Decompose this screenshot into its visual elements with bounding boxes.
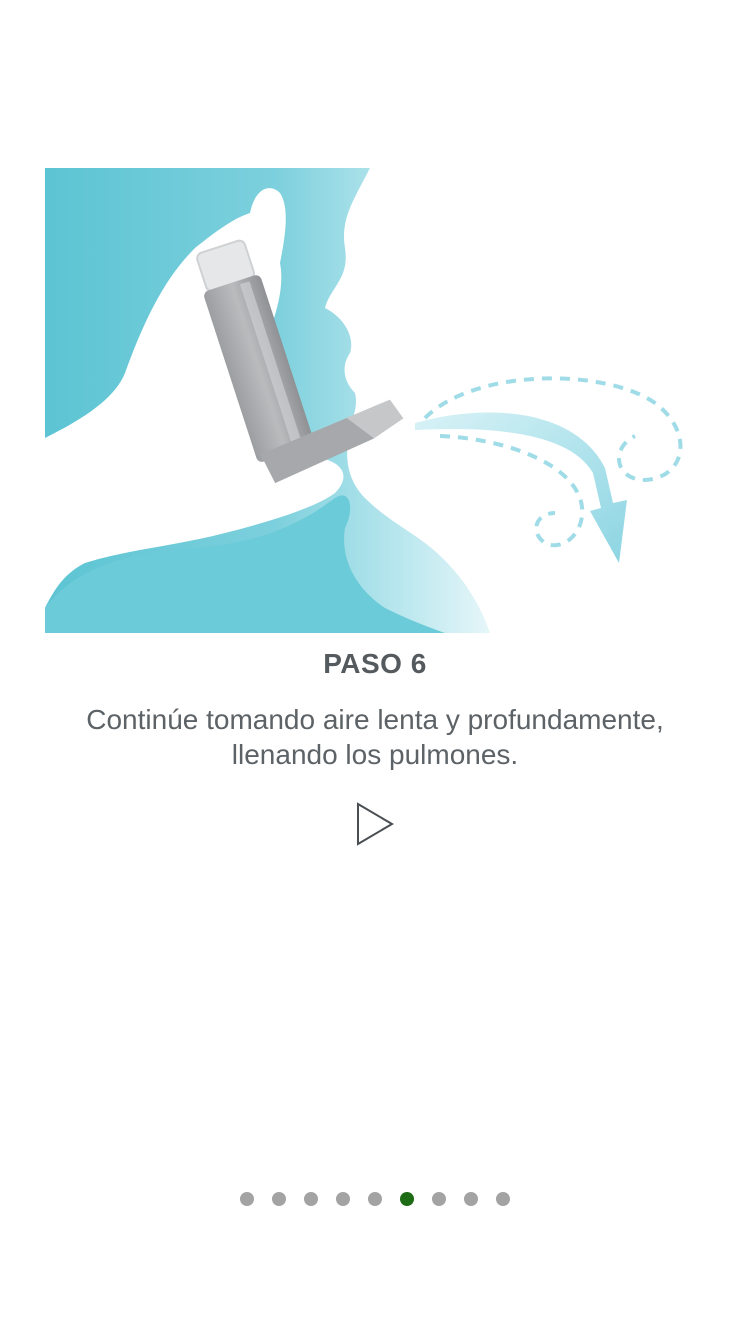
play-button[interactable] (352, 800, 398, 848)
page-dot[interactable] (368, 1192, 382, 1206)
page-dot[interactable] (336, 1192, 350, 1206)
page-dot[interactable] (464, 1192, 478, 1206)
inhaler-illustration (45, 168, 705, 633)
page-dot[interactable] (272, 1192, 286, 1206)
step-description: Continúe tomando aire lenta y profundame… (86, 704, 664, 770)
play-triangle-icon (357, 802, 394, 846)
page-dot-active[interactable] (400, 1192, 414, 1206)
step-title: PASO 6 (323, 648, 427, 679)
page-dot[interactable] (496, 1192, 510, 1206)
step-illustration (45, 168, 705, 633)
page-dot[interactable] (304, 1192, 318, 1206)
page-dot[interactable] (240, 1192, 254, 1206)
page-dot[interactable] (432, 1192, 446, 1206)
page-indicator (0, 1190, 750, 1208)
